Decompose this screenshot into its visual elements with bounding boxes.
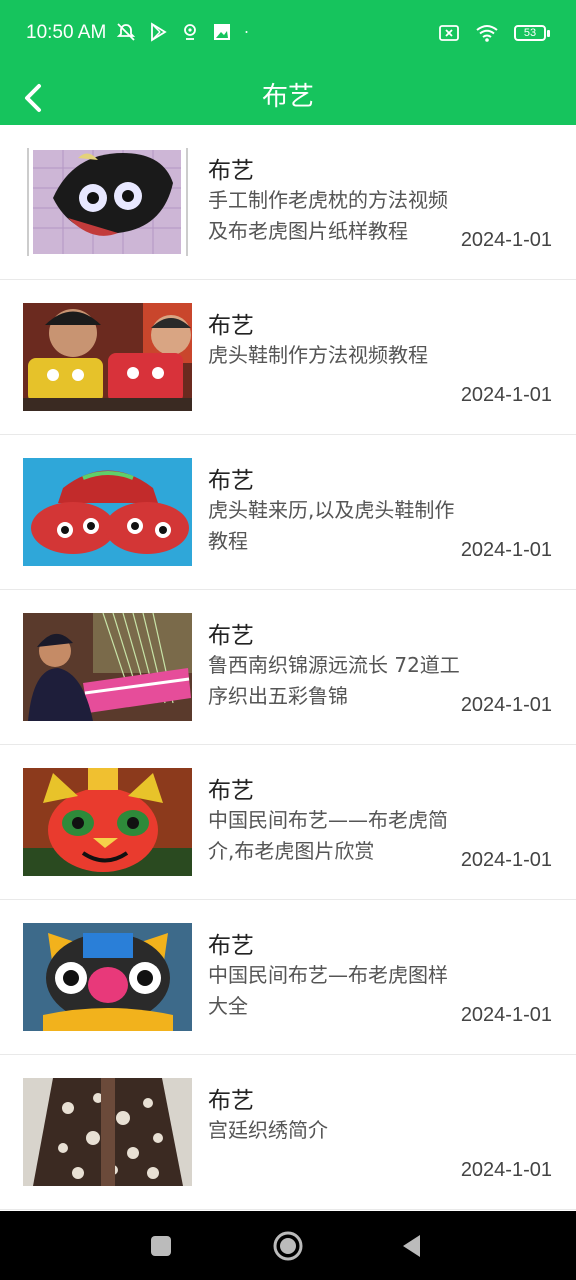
thumbnail-image: [23, 458, 192, 566]
item-date: 2024-1-01: [460, 849, 552, 871]
status-icons-right: 53: [438, 23, 550, 43]
thumbnail-image: [23, 148, 192, 256]
wifi-icon: [476, 25, 498, 42]
sim-off-icon: [439, 25, 459, 41]
article-list: 布艺 手工制作老虎枕的方法视频及布老虎图片纸样教程 2024-1-01 布艺 虎…: [0, 125, 576, 1210]
thumbnail-image: [23, 303, 192, 411]
play-store-icon: [151, 22, 167, 42]
list-item[interactable]: 布艺 中国民间布艺—布老虎图样大全 2024-1-01: [0, 900, 576, 1055]
item-date: 2024-1-01: [460, 1004, 552, 1026]
item-title: 布艺: [208, 778, 254, 804]
recents-icon: [151, 1236, 171, 1256]
item-description: 中国民间布艺——布老虎简介,布老虎图片欣赏: [208, 808, 448, 863]
thumbnail-image: [23, 768, 192, 876]
item-description: 宫廷织绣简介: [208, 1118, 328, 1142]
item-title: 布艺: [208, 313, 254, 339]
item-title: 布艺: [208, 933, 254, 959]
nav-back-button[interactable]: [392, 1226, 432, 1266]
item-description: 虎头鞋制作方法视频教程: [208, 343, 428, 367]
item-date: 2024-1-01: [460, 384, 552, 406]
item-description: 虎头鞋来历,以及虎头鞋制作教程: [208, 498, 455, 553]
thumbnail-image: [23, 613, 192, 721]
battery-level: 53: [514, 25, 546, 41]
item-title: 布艺: [208, 623, 254, 649]
item-title: 布艺: [208, 158, 254, 184]
back-triangle-icon: [403, 1235, 420, 1257]
list-item[interactable]: 布艺 宫廷织绣简介 2024-1-01: [0, 1055, 576, 1210]
recents-button[interactable]: [141, 1226, 181, 1266]
status-icons-left: [116, 22, 254, 42]
item-description: 中国民间布艺—布老虎图样大全: [208, 963, 448, 1018]
item-title: 布艺: [208, 468, 254, 494]
list-item[interactable]: 布艺 鲁西南织锦源远流长 72道工序织出五彩鲁锦 2024-1-01: [0, 590, 576, 745]
list-item[interactable]: 布艺 手工制作老虎枕的方法视频及布老虎图片纸样教程 2024-1-01: [0, 125, 576, 280]
item-date: 2024-1-01: [460, 539, 552, 561]
page-title: 布艺: [261, 82, 314, 112]
status-time: 10:50 AM: [26, 22, 107, 43]
item-date: 2024-1-01: [460, 694, 552, 716]
item-date: 2024-1-01: [460, 229, 552, 251]
location-icon: [184, 24, 196, 40]
app-bar: 布艺: [0, 70, 576, 125]
list-item[interactable]: 布艺 虎头鞋制作方法视频教程 2024-1-01: [0, 280, 576, 435]
list-item[interactable]: 布艺 虎头鞋来历,以及虎头鞋制作教程 2024-1-01: [0, 435, 576, 590]
home-button[interactable]: [268, 1226, 308, 1266]
item-description: 鲁西南织锦源远流长 72道工序织出五彩鲁锦: [208, 653, 460, 708]
home-icon: [273, 1231, 303, 1261]
battery-icon: 53: [514, 25, 550, 41]
item-title: 布艺: [208, 1088, 254, 1114]
thumbnail-image: [23, 1078, 192, 1186]
item-date: 2024-1-01: [460, 1159, 552, 1181]
system-nav-bar: [0, 1211, 576, 1280]
list-item[interactable]: 布艺 中国民间布艺——布老虎简介,布老虎图片欣赏 2024-1-01: [0, 745, 576, 900]
item-description: 手工制作老虎枕的方法视频及布老虎图片纸样教程: [208, 188, 448, 243]
mute-icon: [116, 23, 136, 41]
status-bar: 10:50 AM 53: [0, 0, 576, 70]
dot-icon: [245, 31, 248, 33]
thumbnail-image: [23, 923, 192, 1031]
photo-icon: [214, 24, 230, 40]
